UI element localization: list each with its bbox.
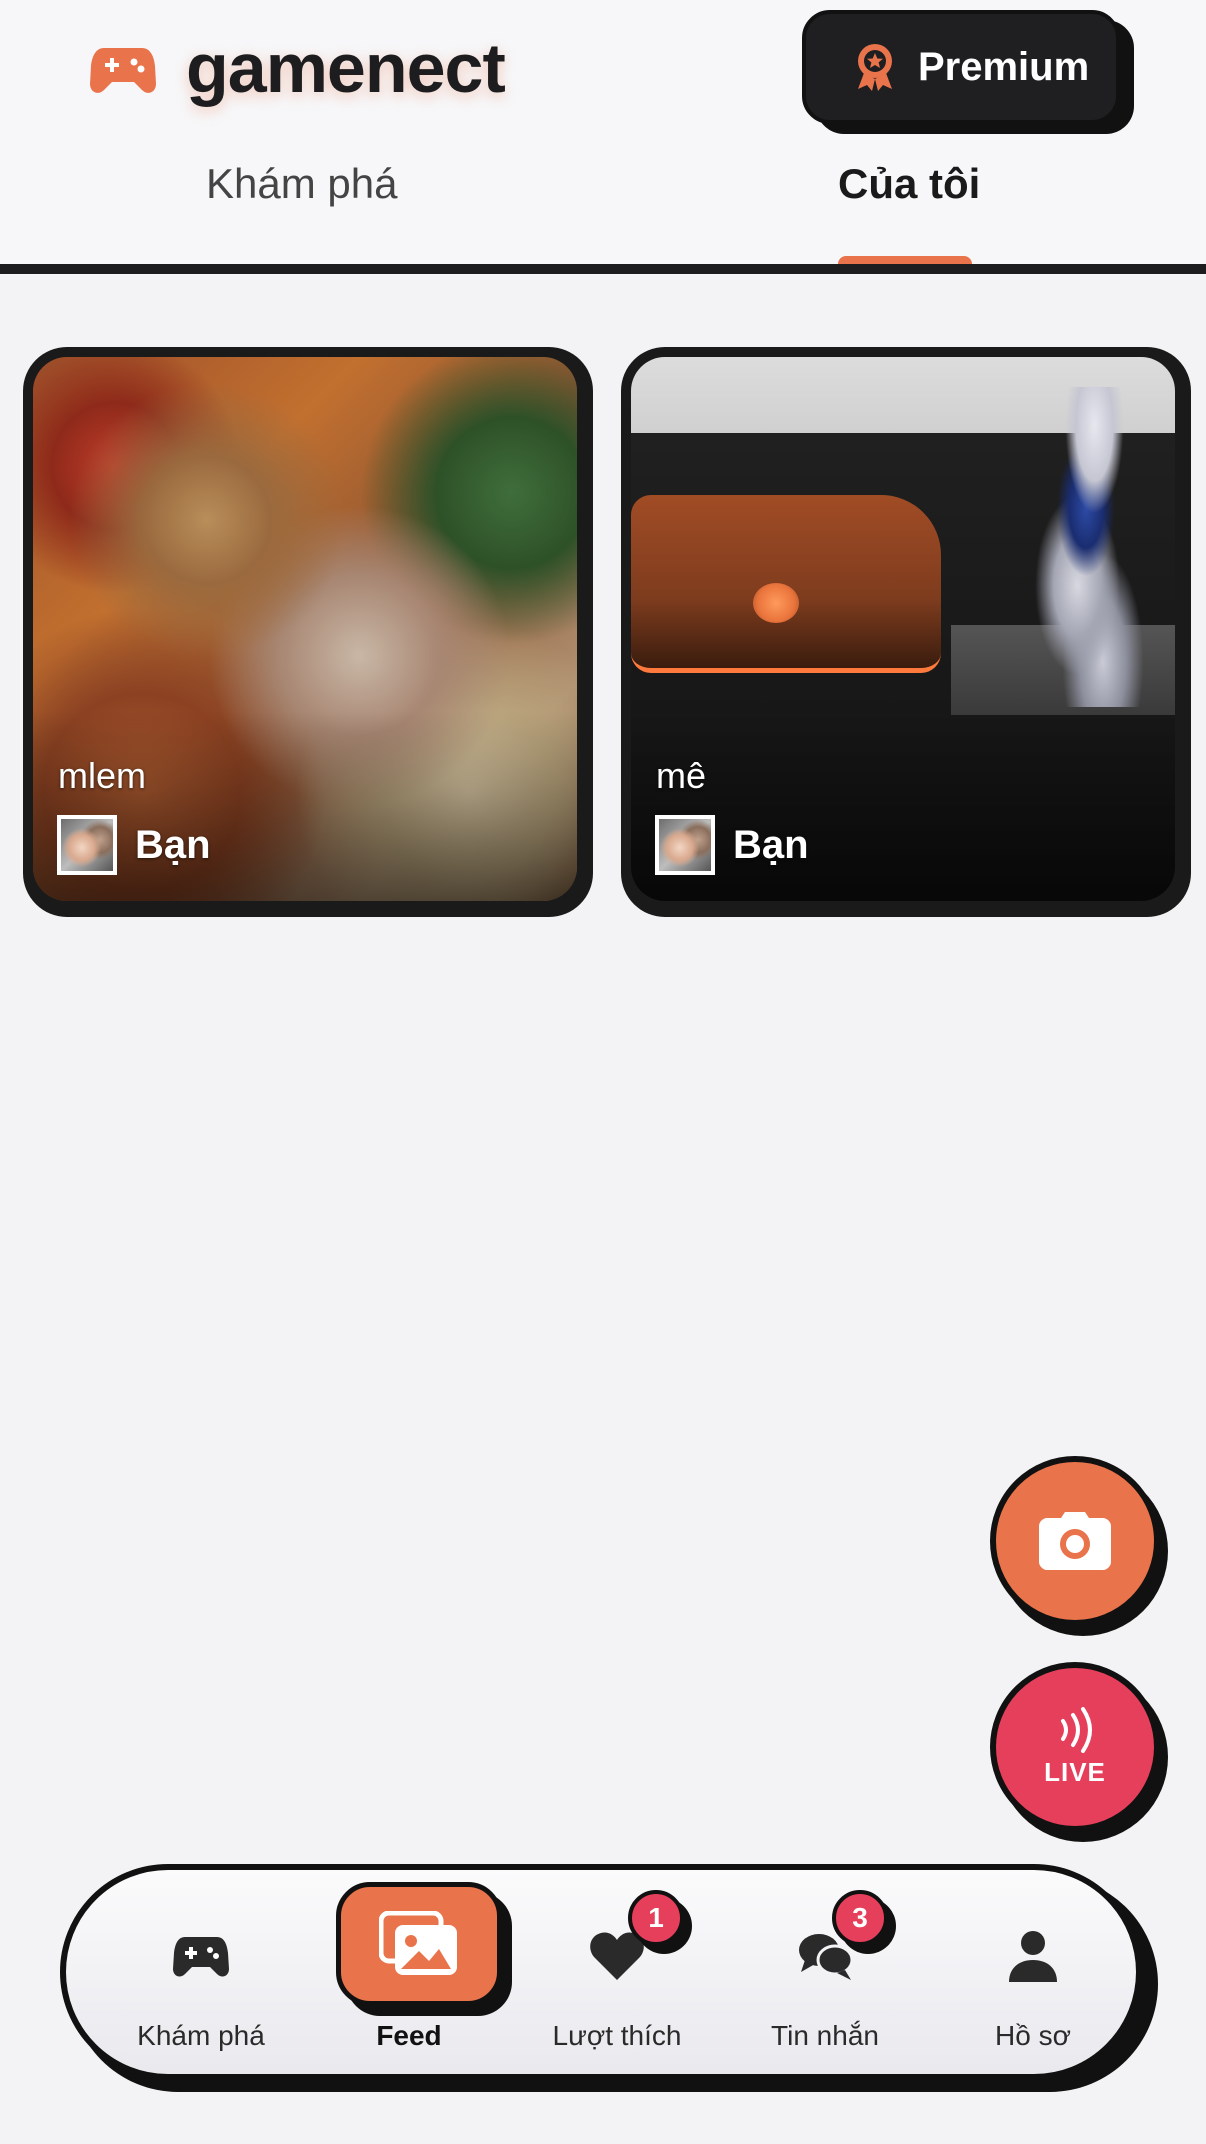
photo-speaker-light [753,583,799,623]
post-author: Bạn [655,815,809,875]
nav-label: Hồ sơ [995,2020,1071,2051]
nav-item-profile[interactable]: Hồ sơ [928,1870,1138,2074]
award-badge-icon [858,44,892,91]
live-button[interactable]: LIVE [990,1662,1160,1832]
nav-item-messages[interactable]: 3 Tin nhắn [720,1870,930,2074]
nav-item-likes[interactable]: 1 Lượt thích [512,1870,722,2074]
app-header: gamenect Premium Khám phá Của tôi [0,0,1206,275]
nav-label: Feed [376,2020,442,2051]
tab-mine[interactable]: Của tôi [838,160,980,208]
post-caption: mlem [58,755,146,796]
author-name: Bạn [135,822,211,867]
photo-speaker-shape [631,495,941,673]
nav-item-feed[interactable]: Feed [304,1870,514,2074]
bottom-nav: Khám phá Feed 1 Lượt thích 3 Tin nhắn Hồ… [60,1864,1142,2080]
messages-count-badge: 3 [832,1890,888,1946]
camera-button[interactable] [990,1456,1160,1626]
nav-label: Lượt thích [552,2020,682,2051]
live-label: LIVE [1044,1756,1106,1787]
images-icon [379,1911,457,1975]
nav-label: Khám phá [137,2020,265,2051]
avatar [57,815,117,875]
post-card[interactable]: mê Bạn [621,347,1191,917]
gamepad-icon [173,1937,229,1977]
person-icon [1009,1931,1057,1982]
gamepad-icon [90,48,156,93]
premium-button[interactable]: Premium [802,10,1120,124]
avatar [655,815,715,875]
post-image: mlem Bạn [33,357,577,901]
nav-label: Tin nhắn [771,2020,879,2051]
camera-icon [1039,1512,1111,1570]
tab-explore[interactable]: Khám phá [206,160,397,208]
post-image: mê Bạn [631,357,1175,901]
app-title: gamenect [186,29,506,107]
post-card[interactable]: mlem Bạn [23,347,593,917]
photo-robot-figure [1001,387,1171,707]
post-caption: mê [656,755,707,796]
post-author: Bạn [57,815,211,875]
premium-label: Premium [918,44,1090,89]
feed-highlight [336,1882,502,2006]
likes-count-badge: 1 [628,1890,684,1946]
broadcast-waves-icon [1061,1706,1092,1753]
header-divider [0,264,1206,274]
nav-item-explore[interactable]: Khám phá [96,1870,306,2074]
author-name: Bạn [733,822,809,867]
